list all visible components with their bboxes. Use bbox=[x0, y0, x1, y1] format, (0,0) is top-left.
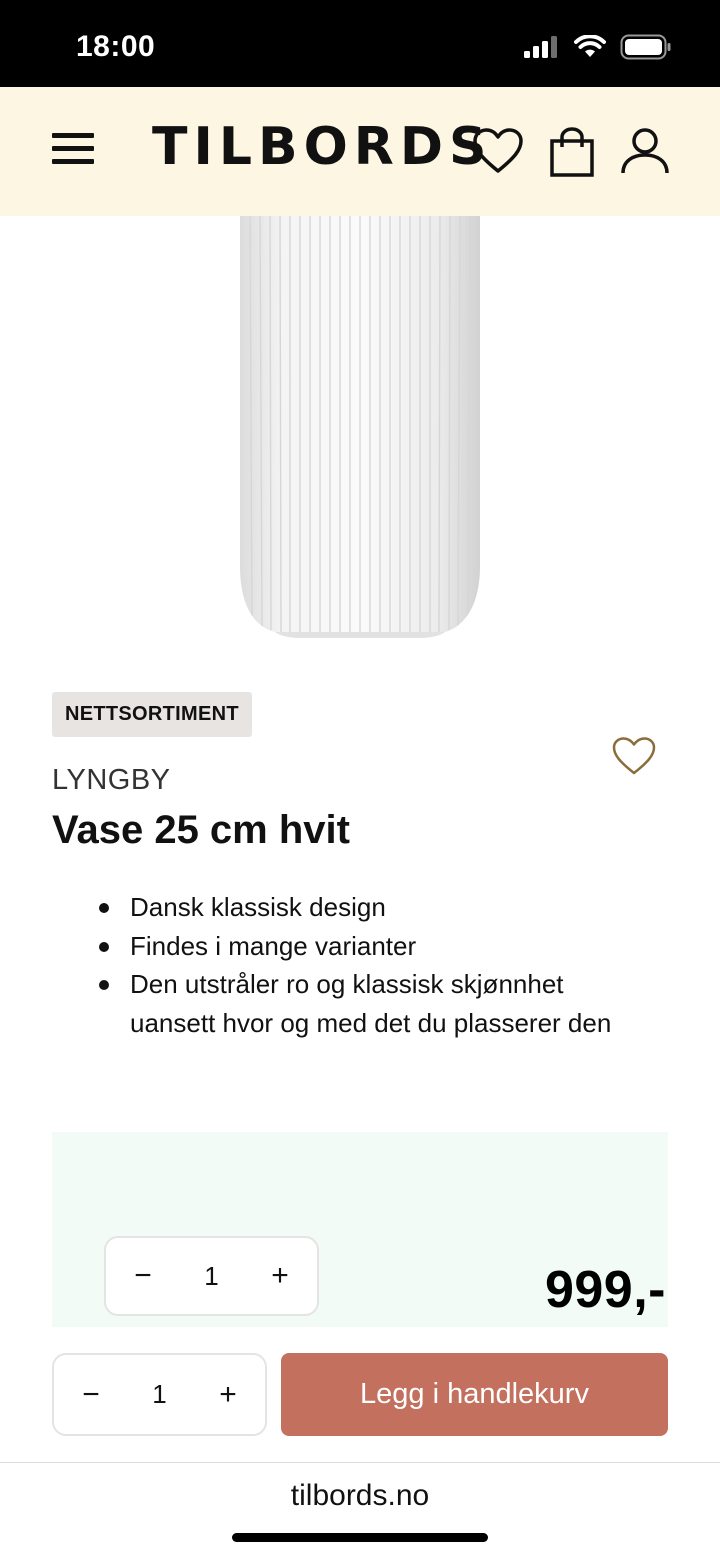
sticky-decrease-quantity-button[interactable]: − bbox=[76, 1379, 106, 1410]
status-bar: 18:00 bbox=[0, 0, 720, 87]
product-image[interactable] bbox=[0, 216, 720, 656]
add-to-cart-button[interactable]: Legg i handlekurv bbox=[281, 1353, 668, 1436]
heart-icon[interactable] bbox=[472, 127, 524, 175]
site-logo[interactable]: TILBORDS bbox=[152, 117, 492, 177]
browser-address-bar: tilbords.no bbox=[0, 1462, 720, 1558]
hamburger-icon[interactable] bbox=[52, 133, 94, 169]
browser-url[interactable]: tilbords.no bbox=[0, 1479, 720, 1513]
wifi-icon bbox=[574, 35, 606, 57]
sticky-quantity-value[interactable]: 1 bbox=[152, 1379, 166, 1410]
product-price: 999,- bbox=[544, 1261, 666, 1319]
quantity-stepper: − 1 + bbox=[104, 1236, 319, 1316]
home-indicator[interactable] bbox=[232, 1533, 488, 1542]
status-icons bbox=[524, 34, 672, 60]
status-time: 18:00 bbox=[76, 30, 156, 63]
product-title: Vase 25 cm hvit bbox=[52, 808, 350, 852]
vase-illustration bbox=[240, 216, 480, 638]
nettsortiment-badge: NETTSORTIMENT bbox=[52, 692, 252, 737]
battery-icon bbox=[620, 34, 671, 60]
user-icon[interactable] bbox=[620, 127, 670, 175]
site-header: TILBORDS bbox=[0, 87, 720, 216]
add-to-wishlist-heart-icon[interactable] bbox=[612, 736, 656, 776]
product-brand[interactable]: LYNGBY bbox=[52, 764, 171, 797]
increase-quantity-button[interactable]: + bbox=[265, 1261, 295, 1291]
decrease-quantity-button[interactable]: − bbox=[128, 1261, 158, 1291]
sticky-increase-quantity-button[interactable]: + bbox=[213, 1379, 243, 1410]
feature-item: Findes i mange varianter bbox=[96, 927, 616, 966]
shopping-bag-icon[interactable] bbox=[550, 127, 594, 177]
feature-list: Dansk klassisk design Findes i mange var… bbox=[96, 888, 616, 1042]
cellular-signal-icon bbox=[524, 36, 557, 58]
feature-item: Den utstråler ro og klassisk skjønnhet u… bbox=[96, 965, 616, 1042]
feature-item: Dansk klassisk design bbox=[96, 888, 616, 927]
sticky-quantity-stepper: − 1 + bbox=[52, 1353, 267, 1436]
quantity-value[interactable]: 1 bbox=[204, 1261, 218, 1292]
